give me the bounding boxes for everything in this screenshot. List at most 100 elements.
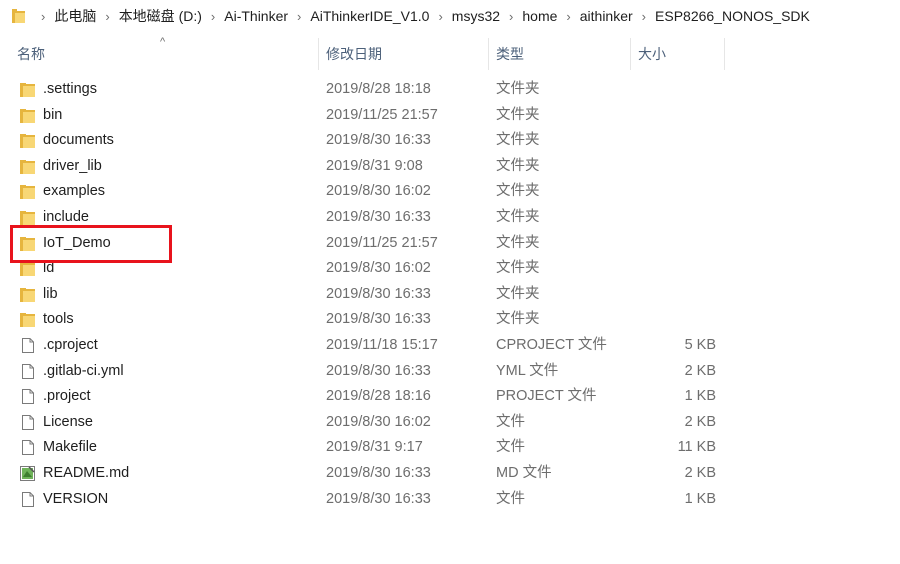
file-name: License <box>43 413 93 430</box>
folder-icon <box>19 81 36 98</box>
breadcrumb-item[interactable]: home <box>522 8 557 24</box>
breadcrumb-item[interactable]: 此电脑 <box>54 6 96 26</box>
file-type: 文件夹 <box>496 208 540 225</box>
breadcrumb-item[interactable]: aithinker <box>580 8 633 24</box>
chevron-right-icon[interactable]: › <box>297 9 301 24</box>
file-date: 2019/11/18 15:17 <box>326 336 438 353</box>
file-size: 1 KB <box>684 388 716 405</box>
file-date: 2019/8/30 16:33 <box>326 464 431 481</box>
file-date: 2019/11/25 21:57 <box>326 234 438 251</box>
sort-ascending-icon: ^ <box>160 36 166 48</box>
file-type: YML 文件 <box>496 362 559 379</box>
file-list: .settings 2019/8/28 18:18 文件夹 bin 2019/11/25… <box>0 77 900 512</box>
column-divider[interactable] <box>318 38 319 70</box>
column-header: ^ 名称 修改日期 类型 大小 <box>0 36 900 70</box>
markdown-file-icon <box>19 465 36 482</box>
file-icon <box>19 337 36 354</box>
file-date: 2019/8/30 16:02 <box>326 413 431 430</box>
column-divider[interactable] <box>488 38 489 70</box>
folder-icon <box>19 107 36 124</box>
chevron-right-icon[interactable]: › <box>41 9 45 24</box>
file-date: 2019/8/30 16:33 <box>326 311 431 328</box>
file-date: 2019/8/30 16:02 <box>326 260 431 277</box>
file-type: 文件夹 <box>496 285 540 302</box>
breadcrumb-item[interactable]: Ai-Thinker <box>224 8 288 24</box>
file-name: .project <box>43 388 91 405</box>
file-row[interactable]: Makefile 2019/8/31 9:17 文件 11 KB <box>0 435 900 461</box>
file-date: 2019/8/28 18:18 <box>326 81 431 97</box>
file-type: PROJECT 文件 <box>496 388 597 405</box>
column-divider[interactable] <box>724 38 725 70</box>
file-size: 1 KB <box>684 490 716 507</box>
chevron-right-icon[interactable]: › <box>438 9 442 24</box>
file-date: 2019/8/30 16:33 <box>326 362 431 379</box>
folder-icon <box>19 286 36 303</box>
breadcrumb-item[interactable]: AiThinkerIDE_V1.0 <box>310 8 429 24</box>
folder-icon <box>19 209 36 226</box>
file-name: examples <box>43 183 106 200</box>
column-divider[interactable] <box>630 38 631 70</box>
chevron-right-icon[interactable]: › <box>105 9 109 24</box>
file-type: 文件夹 <box>496 234 540 251</box>
file-size: 11 KB <box>677 439 716 456</box>
file-date: 2019/8/31 9:08 <box>326 157 423 174</box>
file-name: bin <box>43 106 63 123</box>
breadcrumb-item[interactable]: ESP8266_NONOS_SDK <box>655 8 810 24</box>
file-date: 2019/11/25 21:57 <box>326 106 438 123</box>
file-row[interactable]: tools 2019/8/30 16:33 文件夹 <box>0 307 900 333</box>
breadcrumb: › 此电脑 › 本地磁盘 (D:) › Ai-Thinker › AiThinkerIDE_V… <box>32 0 810 32</box>
file-name: .cproject <box>43 336 98 353</box>
chevron-right-icon[interactable]: › <box>211 9 215 24</box>
breadcrumb-item[interactable]: 本地磁盘 (D:) <box>119 6 202 26</box>
file-size: 2 KB <box>684 362 716 379</box>
address-bar[interactable]: › 此电脑 › 本地磁盘 (D:) › Ai-Thinker › AiThinkerIDE_V… <box>0 0 900 32</box>
file-type: 文件夹 <box>496 260 540 277</box>
file-icon <box>19 414 36 431</box>
file-row[interactable]: .cproject 2019/11/18 15:17 CPROJECT 文件 5 KB <box>0 333 900 359</box>
file-date: 2019/8/30 16:02 <box>326 183 431 200</box>
file-row[interactable]: .settings 2019/8/28 18:18 文件夹 <box>0 77 900 103</box>
file-row[interactable]: examples 2019/8/30 16:02 文件夹 <box>0 179 900 205</box>
file-name: VERSION <box>43 490 109 507</box>
file-row[interactable]: README.md 2019/8/30 16:33 MD 文件 2 KB <box>0 461 900 487</box>
folder-icon <box>19 132 36 149</box>
file-icon <box>19 491 36 508</box>
file-name: tools <box>43 311 74 328</box>
file-row[interactable]: bin 2019/11/25 21:57 文件夹 <box>0 103 900 129</box>
file-type: 文件夹 <box>496 106 540 123</box>
chevron-right-icon[interactable]: › <box>642 9 646 24</box>
file-row[interactable]: License 2019/8/30 16:02 文件 2 KB <box>0 410 900 436</box>
file-row[interactable]: lib 2019/8/30 16:33 文件夹 <box>0 282 900 308</box>
file-row[interactable]: driver_lib 2019/8/31 9:08 文件夹 <box>0 154 900 180</box>
column-size[interactable]: 大小 <box>638 38 666 70</box>
file-type: MD 文件 <box>496 464 552 481</box>
file-name: Makefile <box>43 439 97 456</box>
file-icon <box>19 363 36 380</box>
file-name: documents <box>43 132 114 149</box>
column-type[interactable]: 类型 <box>496 38 524 70</box>
file-name: README.md <box>43 464 130 481</box>
file-row[interactable]: .project 2019/8/28 18:16 PROJECT 文件 1 KB <box>0 384 900 410</box>
chevron-right-icon[interactable]: › <box>566 9 570 24</box>
file-row[interactable]: .gitlab-ci.yml 2019/8/30 16:33 YML 文件 2 KB <box>0 359 900 385</box>
folder-icon <box>12 9 25 23</box>
file-row[interactable]: VERSION 2019/8/30 16:33 文件 1 KB <box>0 487 900 513</box>
breadcrumb-item[interactable]: msys32 <box>452 8 500 24</box>
file-date: 2019/8/30 16:33 <box>326 285 431 302</box>
file-size: 2 KB <box>684 464 716 481</box>
column-date[interactable]: 修改日期 <box>326 38 382 70</box>
file-date: 2019/8/30 16:33 <box>326 208 431 225</box>
file-type: 文件夹 <box>496 183 540 200</box>
file-row[interactable]: documents 2019/8/30 16:33 文件夹 <box>0 128 900 154</box>
file-type: 文件夹 <box>496 311 540 328</box>
file-name: .settings <box>43 81 97 97</box>
file-name: .gitlab-ci.yml <box>43 362 124 379</box>
file-type: 文件 <box>496 413 525 430</box>
chevron-right-icon[interactable]: › <box>509 9 513 24</box>
file-date: 2019/8/30 16:33 <box>326 490 431 507</box>
file-date: 2019/8/28 18:16 <box>326 388 431 405</box>
file-icon <box>19 439 36 456</box>
column-name[interactable]: 名称 <box>17 38 45 70</box>
file-date: 2019/8/31 9:17 <box>326 439 423 456</box>
file-name: driver_lib <box>43 157 102 174</box>
